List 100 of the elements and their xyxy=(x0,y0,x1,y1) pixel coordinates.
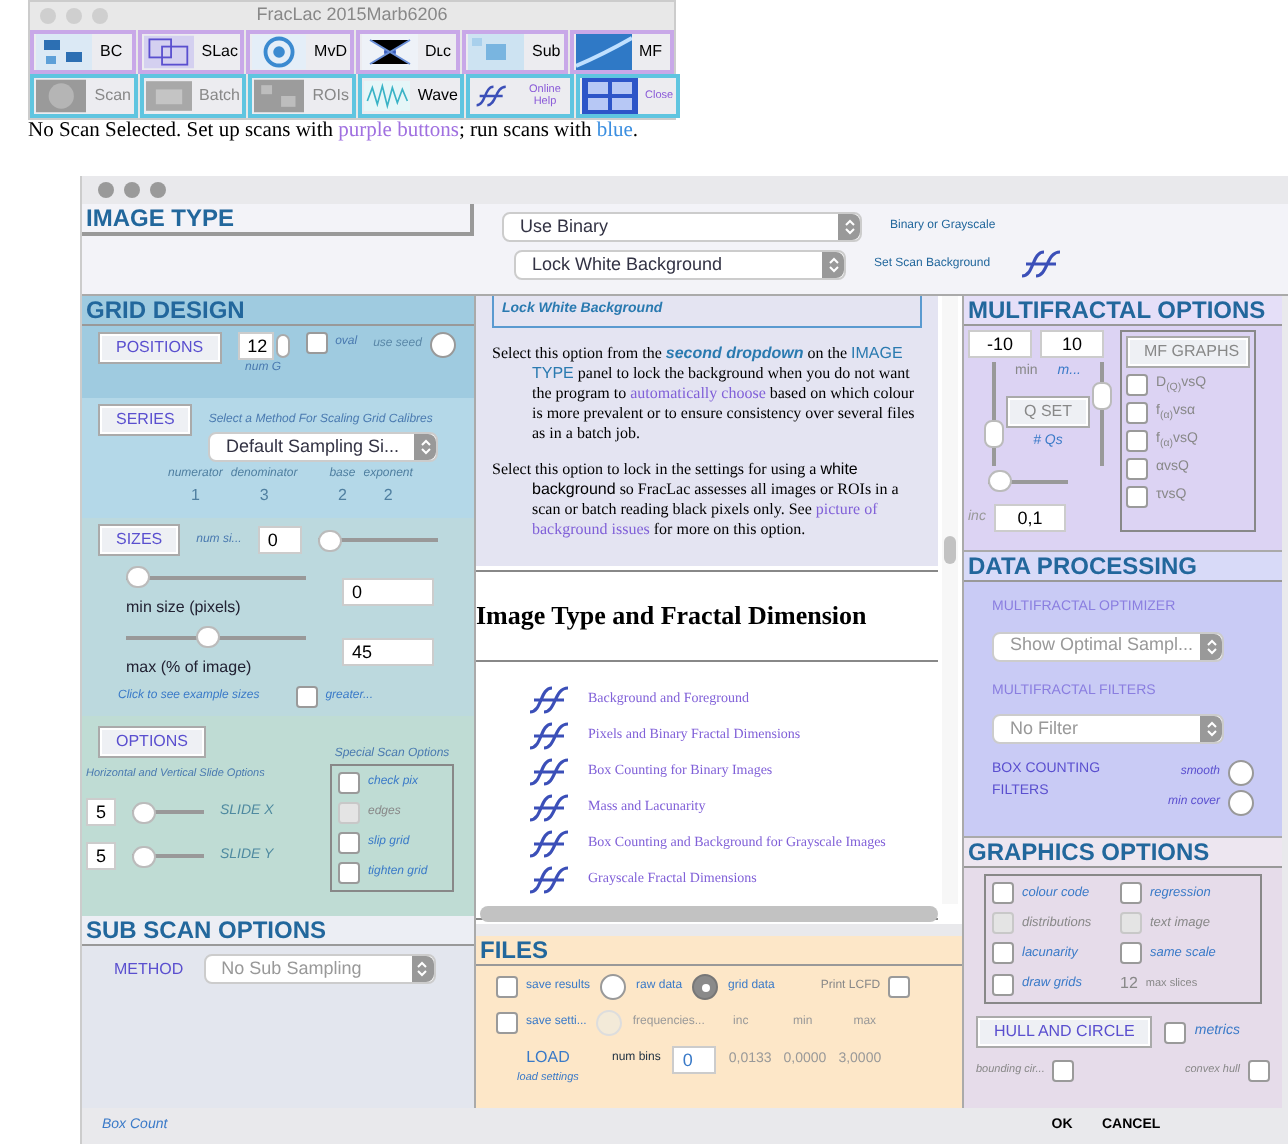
stepper-icon xyxy=(822,252,844,278)
stepper-icon[interactable] xyxy=(275,334,290,358)
radio-button[interactable] xyxy=(1228,760,1254,786)
status-message: No Scan Selected. Set up scans with purple buttons; run scans with blue. xyxy=(28,120,641,144)
checkbox[interactable] xyxy=(992,942,1014,964)
checkbox[interactable] xyxy=(338,772,360,794)
checkbox[interactable] xyxy=(1126,402,1148,424)
radio-button[interactable] xyxy=(429,332,456,358)
column-value: 2 xyxy=(338,484,347,508)
target-icon xyxy=(252,34,307,70)
input-field[interactable]: 0 xyxy=(257,526,302,554)
slider-track[interactable] xyxy=(988,470,1068,492)
slider-thumb[interactable] xyxy=(132,845,156,868)
checkbox[interactable] xyxy=(1120,942,1142,964)
panel-title: GRAPHICS OPTIONS xyxy=(964,838,1282,868)
field-label: min size (pixels) xyxy=(126,596,243,616)
checkbox[interactable] xyxy=(1126,486,1148,508)
checkbox[interactable] xyxy=(1126,458,1148,480)
radio-button[interactable] xyxy=(1228,790,1254,816)
checkbox[interactable] xyxy=(338,862,360,884)
dropdown[interactable]: Show Optimal Sampl... xyxy=(992,631,1224,661)
panel-button[interactable]: POSITIONS xyxy=(98,332,222,364)
checkbox[interactable] xyxy=(1164,1021,1187,1043)
toolbar-button[interactable]: Dʟc xyxy=(355,30,460,74)
checkbox[interactable] xyxy=(496,976,518,998)
slider-track[interactable] xyxy=(317,529,438,551)
slider-thumb[interactable] xyxy=(196,626,221,648)
panel-title: SUB SCAN OPTIONS xyxy=(82,916,474,946)
slider-track[interactable] xyxy=(984,362,1004,466)
dropdown[interactable]: Default Sampling Si... xyxy=(208,432,438,462)
column-value: 3 xyxy=(259,484,269,508)
help-paragraph: Select this option to lock in the settings for using a white background so FracLac assesses all images or ROIs in a scan or batch reading black pixels only. See picture of background issues for more on this option. xyxy=(492,459,901,539)
column-value: 2 xyxy=(383,484,393,508)
load-button[interactable]: LOAD xyxy=(526,1046,570,1070)
scrollbar[interactable] xyxy=(480,906,938,922)
checkbox[interactable] xyxy=(992,973,1014,995)
checkbox[interactable] xyxy=(338,832,360,854)
toolbar-button[interactable]: SLac xyxy=(137,30,244,74)
squares-icon xyxy=(143,34,194,70)
stepper-icon xyxy=(414,434,436,460)
input-field[interactable]: -10 xyxy=(968,330,1032,358)
panel-title: GRID DESIGN xyxy=(82,296,474,326)
slider-thumb[interactable] xyxy=(1092,381,1112,409)
input-field[interactable]: 0 xyxy=(672,1046,717,1074)
slider-thumb[interactable] xyxy=(984,419,1004,447)
dropdown[interactable]: Lock White Background xyxy=(514,250,846,280)
slider-thumb[interactable] xyxy=(317,529,342,551)
panel-button[interactable]: Q SET xyxy=(1006,395,1091,427)
section-heading: Image Type and Fractal Dimension xyxy=(476,598,869,634)
checkbox[interactable] xyxy=(496,1012,518,1034)
input-field[interactable]: 5 xyxy=(86,842,116,871)
radio-button[interactable] xyxy=(600,974,627,1000)
stepper-icon xyxy=(1200,716,1222,742)
panel-title: DATA PROCESSING xyxy=(964,552,1282,582)
scrollbar[interactable] xyxy=(942,296,958,904)
dropdown[interactable]: Use Binary xyxy=(502,212,862,242)
checkbox[interactable] xyxy=(295,686,318,708)
help-paragraph: Select this option from the second dropdown on the IMAGE TYPE panel to lock the background when you do not want the program to automatically choose based on which colour is more prevalent or to ensure consistency over several files as in a batch job. xyxy=(492,343,917,443)
panel-button[interactable]: HULL AND CIRCLE xyxy=(976,1016,1153,1048)
input-field[interactable]: 0,1 xyxy=(993,504,1066,532)
slider-thumb[interactable] xyxy=(132,801,156,824)
toolbar-button[interactable]: Wave xyxy=(357,74,464,118)
input-field[interactable]: 0 xyxy=(342,577,434,605)
radio-button[interactable] xyxy=(692,974,719,1000)
dropdown[interactable]: No Sub Sampling xyxy=(203,954,436,984)
input-field[interactable]: 10 xyxy=(1040,330,1104,358)
tray-icon xyxy=(145,78,192,114)
input-field[interactable]: 5 xyxy=(86,798,116,827)
dropdown[interactable]: No Filter xyxy=(992,714,1224,744)
slider-track[interactable] xyxy=(1092,362,1112,466)
slider-thumb[interactable] xyxy=(988,470,1012,492)
slider-track[interactable] xyxy=(126,566,306,588)
input-field[interactable]: 12 xyxy=(237,332,274,360)
stepper-icon xyxy=(411,956,434,982)
slider-track[interactable] xyxy=(126,626,306,648)
checkbox[interactable] xyxy=(992,882,1014,904)
field-value: 12 xyxy=(1120,972,1138,996)
column-value: 1 xyxy=(190,484,200,508)
toolbar-button[interactable]: BC xyxy=(30,30,135,74)
panel-title: MULTIFRACTAL OPTIONS xyxy=(964,296,1282,326)
slider-track[interactable] xyxy=(132,845,204,868)
input-field[interactable]: 45 xyxy=(342,637,434,665)
toolbar-button[interactable]: MvD xyxy=(246,30,353,74)
toolbar-button[interactable]: MF xyxy=(569,30,674,74)
panel-button[interactable]: OPTIONS xyxy=(98,726,207,758)
slider-thumb[interactable] xyxy=(126,566,150,588)
checkbox[interactable] xyxy=(305,332,328,354)
checkbox[interactable] xyxy=(1120,882,1142,904)
panel-button[interactable]: SERIES xyxy=(98,404,193,436)
slider-track[interactable] xyxy=(132,801,204,824)
toolbar-button[interactable]: Sub xyxy=(462,30,567,74)
checkbox[interactable] xyxy=(1248,1060,1270,1082)
panel-button[interactable]: MF GRAPHS xyxy=(1126,336,1250,368)
checkbox[interactable] xyxy=(1126,374,1148,396)
checkbox[interactable] xyxy=(888,976,911,998)
checkbox[interactable] xyxy=(1052,1060,1075,1082)
panel-button[interactable]: SIZES xyxy=(98,524,181,556)
stepper-icon xyxy=(1200,633,1222,659)
checkbox[interactable] xyxy=(1126,430,1148,452)
window-title: FracLac 2015Marb6206 xyxy=(256,2,448,29)
